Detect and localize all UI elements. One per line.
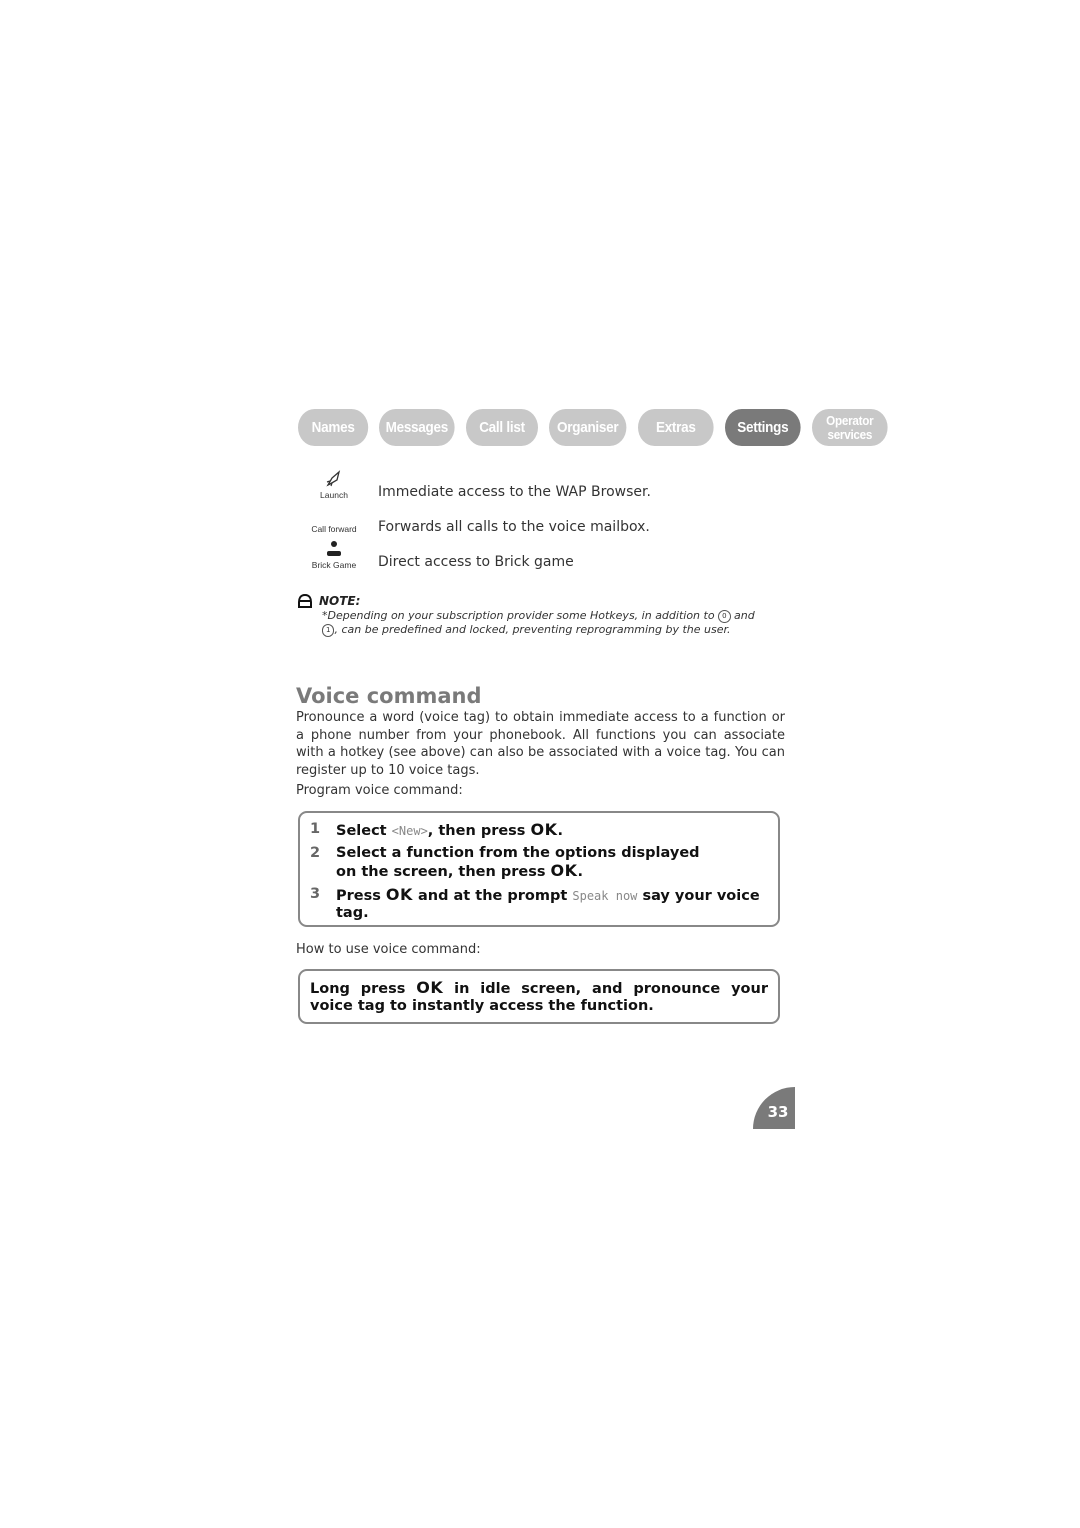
tab-organiser: Organiser [549, 409, 627, 446]
step-item: 2 Select a function from the options dis… [310, 845, 710, 881]
use-label: How to use voice command: [296, 942, 481, 957]
hotkey-description: Forwards all calls to the voice mailbox. [378, 519, 650, 535]
step-text: , then press [427, 823, 531, 839]
ok-key-icon: OK [416, 978, 444, 997]
step-item: 1 Select <New>, then press OK. [310, 821, 768, 840]
section-tabs: Names Messages Call list Organiser Extra… [298, 409, 896, 446]
step-item: 3 Press OK and at the prompt Speak now s… [310, 886, 768, 922]
tab-call-list: Call list [466, 409, 538, 446]
page-number: 33 [753, 1087, 795, 1129]
step-number: 2 [310, 845, 321, 861]
step-text: and at the prompt [412, 888, 573, 904]
note-icon [298, 594, 312, 608]
section-paragraph: Pronounce a word (voice tag) to obtain i… [296, 710, 785, 778]
key-1-icon: 1 [322, 623, 335, 637]
key-0-icon: 0 [718, 609, 731, 623]
hotkey-description: Direct access to Brick game [378, 554, 574, 570]
use-text-part: Long press [310, 981, 417, 997]
hotkey-description: Immediate access to the WAP Browser. [378, 484, 651, 500]
step-text: Press [336, 888, 386, 904]
step-code: Speak now [572, 889, 638, 903]
tab-extras: Extras [638, 409, 714, 446]
tab-names: Names [298, 409, 369, 446]
use-box: Long press OK in idle screen, and pronou… [298, 969, 780, 1024]
hotkey-label: Brick Game [311, 560, 357, 570]
note-text: *Depending on your subscription provider… [322, 609, 792, 637]
hotkey-label: Call forward [311, 524, 357, 534]
program-label: Program voice command: [296, 783, 463, 798]
tab-settings: Settings [725, 409, 801, 446]
step-code: <New> [391, 824, 428, 838]
note-heading: NOTE: [297, 594, 360, 608]
section-title: Voice command [296, 684, 482, 708]
ok-key-icon: OK [385, 885, 413, 904]
brick-game-icon [327, 541, 341, 556]
tab-operator-services: Operator services [812, 409, 888, 446]
note-text-part: , can be predefined and locked, preventi… [334, 623, 731, 636]
use-text: Long press OK in idle screen, and pronou… [310, 979, 768, 1015]
step-text: . [577, 864, 584, 880]
note-title: NOTE: [319, 594, 361, 608]
ok-key-icon: OK [530, 820, 558, 839]
tab-operator-line2: services [827, 426, 873, 442]
step-number: 3 [310, 886, 321, 902]
tab-messages: Messages [379, 409, 455, 446]
step-text: . [557, 823, 564, 839]
note-text-part: and [734, 609, 755, 622]
step-text: Select a function from the options displ… [336, 845, 700, 880]
step-number: 1 [310, 821, 321, 837]
note-text-part: *Depending on your subscription provider… [322, 609, 715, 622]
ok-key-icon: OK [550, 861, 578, 880]
step-text: Select [336, 823, 392, 839]
tab-operator-line1: Operator [826, 412, 874, 428]
rocket-icon [326, 470, 341, 487]
hotkey-label: Launch [320, 490, 348, 500]
program-steps-box: 1 Select <New>, then press OK. 2 Select … [298, 811, 780, 927]
